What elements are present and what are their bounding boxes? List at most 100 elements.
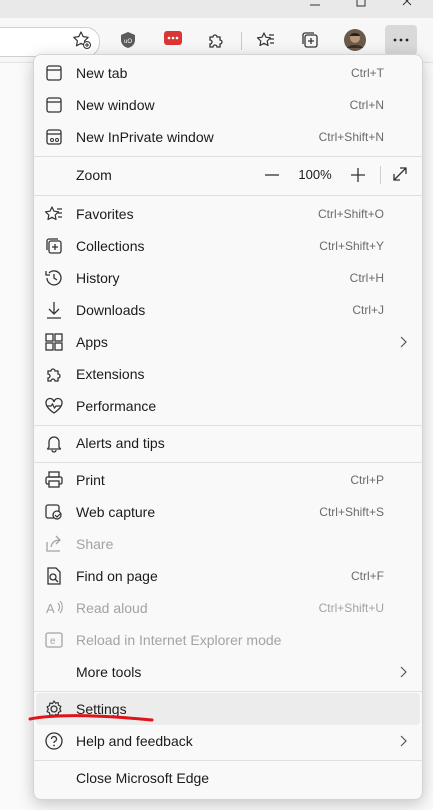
menu-item-label: Web capture bbox=[76, 504, 156, 520]
web-capture-icon bbox=[44, 502, 64, 522]
puzzle-icon bbox=[209, 34, 223, 48]
menu-divider bbox=[34, 425, 422, 426]
close-window-button[interactable] bbox=[384, 0, 430, 18]
menu-item-label: Help and feedback bbox=[76, 733, 193, 749]
menu-item-label: Find on page bbox=[76, 568, 158, 584]
menu-item-close-edge[interactable]: Close Microsoft Edge bbox=[34, 762, 422, 794]
collections-icon bbox=[44, 236, 64, 256]
menu-item-settings[interactable]: Settings bbox=[36, 693, 420, 725]
chevron-right-icon bbox=[400, 735, 407, 747]
zoom-out-button[interactable] bbox=[261, 165, 283, 185]
ie-mode-icon: e bbox=[44, 630, 64, 650]
menu-item-label: Favorites bbox=[76, 206, 134, 222]
menu-item-favorites[interactable]: Favorites Ctrl+Shift+O bbox=[34, 198, 422, 230]
minimize-button[interactable] bbox=[292, 0, 338, 18]
menu-item-shortcut: Ctrl+P bbox=[350, 473, 384, 487]
svg-text:e: e bbox=[50, 636, 56, 647]
find-on-page-icon bbox=[44, 566, 64, 586]
menu-item-label: Alerts and tips bbox=[76, 435, 165, 451]
menu-item-web-capture[interactable]: Web capture Ctrl+Shift+S bbox=[34, 496, 422, 528]
extension-red-button[interactable] bbox=[158, 25, 190, 55]
menu-item-label: Collections bbox=[76, 238, 145, 254]
printer-icon bbox=[44, 470, 64, 490]
favorites-button[interactable] bbox=[250, 25, 282, 55]
menu-item-label: Print bbox=[76, 472, 105, 488]
menu-divider bbox=[34, 760, 422, 761]
svg-text:uO: uO bbox=[124, 39, 132, 45]
close-window-icon bbox=[402, 0, 412, 6]
menu-item-history[interactable]: History Ctrl+H bbox=[34, 262, 422, 294]
star-add-icon bbox=[73, 31, 91, 49]
history-icon bbox=[44, 268, 64, 288]
new-tab-icon bbox=[44, 63, 64, 83]
menu-item-new-tab[interactable]: New tab Ctrl+T bbox=[34, 57, 422, 89]
menu-item-shortcut: Ctrl+T bbox=[351, 66, 384, 80]
menu-item-more-tools[interactable]: More tools bbox=[34, 656, 422, 688]
chevron-right-icon bbox=[400, 666, 407, 678]
menu-divider bbox=[34, 691, 422, 692]
menu-item-label: New InPrivate window bbox=[76, 129, 214, 145]
ublock-shield-icon: uO bbox=[121, 32, 135, 48]
menu-item-label: New window bbox=[76, 97, 155, 113]
ublock-button[interactable]: uO bbox=[112, 25, 144, 55]
gear-icon bbox=[44, 699, 64, 719]
extensions-button[interactable] bbox=[200, 25, 232, 55]
minus-icon bbox=[265, 174, 279, 176]
favorites-icon bbox=[44, 204, 64, 224]
menu-item-performance[interactable]: Performance bbox=[34, 390, 422, 422]
menu-item-apps[interactable]: Apps bbox=[34, 326, 422, 358]
minimize-icon bbox=[310, 4, 320, 6]
bell-icon bbox=[44, 433, 64, 453]
settings-menu: New tab Ctrl+T New window Ctrl+N New InP… bbox=[33, 54, 423, 800]
menu-divider bbox=[34, 195, 422, 196]
menu-divider bbox=[34, 156, 422, 157]
menu-item-shortcut: Ctrl+F bbox=[351, 569, 384, 583]
restore-icon bbox=[356, 0, 366, 7]
menu-item-new-inprivate[interactable]: New InPrivate window Ctrl+Shift+N bbox=[34, 121, 422, 153]
menu-item-label: Close Microsoft Edge bbox=[76, 770, 210, 786]
help-icon bbox=[44, 731, 64, 751]
share-icon bbox=[44, 534, 64, 554]
apps-icon bbox=[44, 332, 64, 352]
zoom-separator bbox=[380, 166, 381, 184]
zoom-label: Zoom bbox=[76, 167, 112, 183]
fullscreen-icon bbox=[393, 167, 407, 181]
menu-item-shortcut: Ctrl+Shift+U bbox=[318, 601, 384, 615]
menu-item-find[interactable]: Find on page Ctrl+F bbox=[34, 560, 422, 592]
settings-and-more-button[interactable] bbox=[385, 25, 417, 55]
favorites-star-icon bbox=[256, 32, 274, 47]
menu-item-label: Reload in Internet Explorer mode bbox=[76, 632, 282, 648]
new-window-icon bbox=[44, 95, 64, 115]
menu-item-shortcut: Ctrl+N bbox=[349, 98, 384, 112]
heart-pulse-icon bbox=[44, 396, 64, 416]
menu-item-label: New tab bbox=[76, 65, 128, 81]
menu-item-zoom: Zoom 100% bbox=[34, 159, 422, 191]
puzzle-icon bbox=[44, 364, 64, 384]
menu-item-print[interactable]: Print Ctrl+P bbox=[34, 464, 422, 496]
menu-item-new-window[interactable]: New window Ctrl+N bbox=[34, 89, 422, 121]
add-favorite-button[interactable] bbox=[66, 25, 98, 55]
fullscreen-button[interactable] bbox=[388, 164, 412, 186]
collections-button[interactable] bbox=[294, 25, 326, 55]
avatar bbox=[344, 29, 366, 51]
download-icon bbox=[44, 300, 64, 320]
menu-item-share: Share bbox=[34, 528, 422, 560]
plus-icon bbox=[351, 168, 365, 182]
inprivate-window-icon bbox=[44, 127, 64, 147]
profile-button[interactable] bbox=[339, 25, 371, 55]
menu-item-read-aloud: A Read aloud Ctrl+Shift+U bbox=[34, 592, 422, 624]
menu-item-extensions[interactable]: Extensions bbox=[34, 358, 422, 390]
menu-item-downloads[interactable]: Downloads Ctrl+J bbox=[34, 294, 422, 326]
menu-item-collections[interactable]: Collections Ctrl+Shift+Y bbox=[34, 230, 422, 262]
zoom-value: 100% bbox=[298, 167, 332, 182]
menu-item-reload-ie: e Reload in Internet Explorer mode bbox=[34, 624, 422, 656]
menu-item-label: Read aloud bbox=[76, 600, 148, 616]
collections-icon bbox=[302, 32, 318, 48]
menu-item-alerts[interactable]: Alerts and tips bbox=[34, 427, 422, 459]
zoom-in-button[interactable] bbox=[347, 165, 369, 185]
menu-item-help[interactable]: Help and feedback bbox=[34, 725, 422, 757]
menu-item-shortcut: Ctrl+J bbox=[352, 303, 384, 317]
svg-text:A: A bbox=[46, 601, 55, 616]
menu-item-label: Performance bbox=[76, 398, 157, 414]
restore-button[interactable] bbox=[338, 0, 384, 18]
